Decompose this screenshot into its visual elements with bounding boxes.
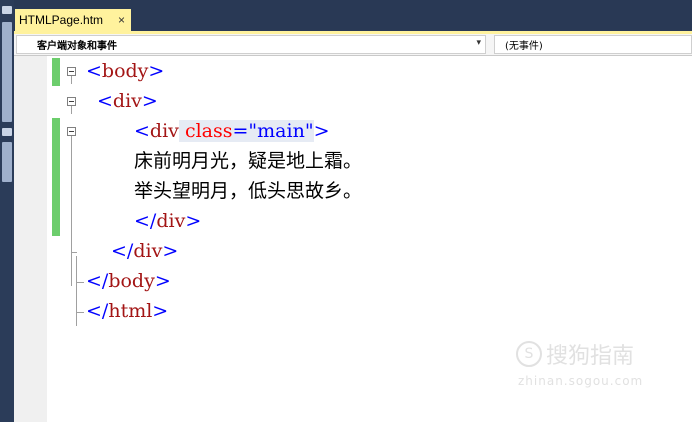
outline-guide — [71, 136, 72, 286]
watermark-text: 搜狗指南 — [546, 344, 635, 369]
code-line-5: 举头望明月，低头思故乡。 — [134, 180, 363, 202]
code-line-4: 床前明月光，疑是地上霜。 — [134, 150, 363, 172]
watermark-url: zhinan.sogou.com — [518, 374, 644, 388]
bracket: > — [154, 270, 171, 292]
toolbox-icon[interactable] — [2, 6, 12, 14]
watermark-main: S 搜狗指南 — [516, 338, 643, 370]
chevron-down-icon[interactable]: ▾ — [476, 38, 481, 48]
editor-window: HTMLPage.htm × 客户端对象和事件 ▾ (无事件) <body> <… — [0, 0, 692, 422]
close-icon[interactable]: × — [118, 12, 125, 28]
bracket: > — [148, 60, 165, 82]
code-line-9: </html> — [86, 296, 168, 326]
tag-name: div — [112, 90, 142, 112]
sogou-logo-icon: S — [516, 341, 542, 367]
object-dropdown[interactable]: 客户端对象和事件 ▾ — [16, 35, 486, 54]
tab-htmlpage[interactable]: HTMLPage.htm × — [15, 9, 131, 31]
outline-guide — [71, 252, 77, 253]
bracket: > — [313, 120, 330, 142]
change-marker — [52, 58, 60, 86]
watermark: S 搜狗指南 zhinan.sogou.com — [516, 338, 643, 388]
attribute-value: "main" — [248, 120, 314, 142]
tag-name: div — [149, 120, 179, 142]
object-dropdown-value: 客户端对象和事件 — [37, 41, 117, 52]
bracket: < — [134, 120, 150, 142]
event-dropdown[interactable]: (无事件) — [494, 35, 692, 54]
code-line-7: </div> — [111, 236, 178, 266]
tag-name: body — [108, 270, 155, 292]
collapse-toggle-body[interactable] — [67, 67, 76, 76]
bracket: < — [97, 90, 113, 112]
bracket: > — [162, 240, 179, 262]
server-explorer-icon[interactable] — [2, 128, 12, 136]
code-line-3: <div class="main"> — [134, 116, 329, 146]
code-line-1: <body> — [86, 56, 164, 86]
tag-name: div — [133, 240, 163, 262]
bracket: > — [141, 90, 158, 112]
equals-sign: = — [232, 120, 249, 142]
collapse-toggle-div[interactable] — [67, 97, 76, 106]
outline-guide — [76, 282, 84, 283]
code-line-2: <div> — [97, 86, 158, 116]
selected-text: class="main" — [178, 120, 314, 142]
server-explorer-tab[interactable] — [2, 142, 12, 182]
bracket: > — [152, 300, 169, 322]
navigation-bar: 客户端对象和事件 ▾ (无事件) — [14, 34, 692, 56]
tag-name: body — [101, 60, 149, 82]
attribute-name: class — [184, 120, 233, 142]
event-dropdown-value: (无事件) — [505, 41, 543, 52]
indicator-margin — [14, 56, 47, 422]
code-line-8: </body> — [86, 266, 171, 296]
outline-guide — [76, 312, 84, 313]
bracket: </ — [86, 270, 109, 292]
document-tab-bar: HTMLPage.htm × — [14, 0, 692, 31]
toolbox-tab[interactable] — [2, 22, 12, 122]
bracket: < — [86, 60, 102, 82]
outline-guide — [76, 256, 77, 326]
outline-guide — [71, 106, 72, 114]
outline-guide — [71, 76, 72, 84]
code-line-6: </div> — [134, 206, 201, 236]
bracket: </ — [134, 210, 157, 232]
bracket: </ — [111, 240, 134, 262]
tag-name: html — [108, 300, 153, 322]
bracket: > — [185, 210, 202, 232]
bracket: </ — [86, 300, 109, 322]
toolbox-strip[interactable] — [0, 0, 14, 422]
tab-title: HTMLPage.htm — [19, 13, 104, 27]
tag-name: div — [156, 210, 186, 232]
change-marker — [52, 118, 60, 236]
collapse-toggle-div-main[interactable] — [67, 127, 76, 136]
